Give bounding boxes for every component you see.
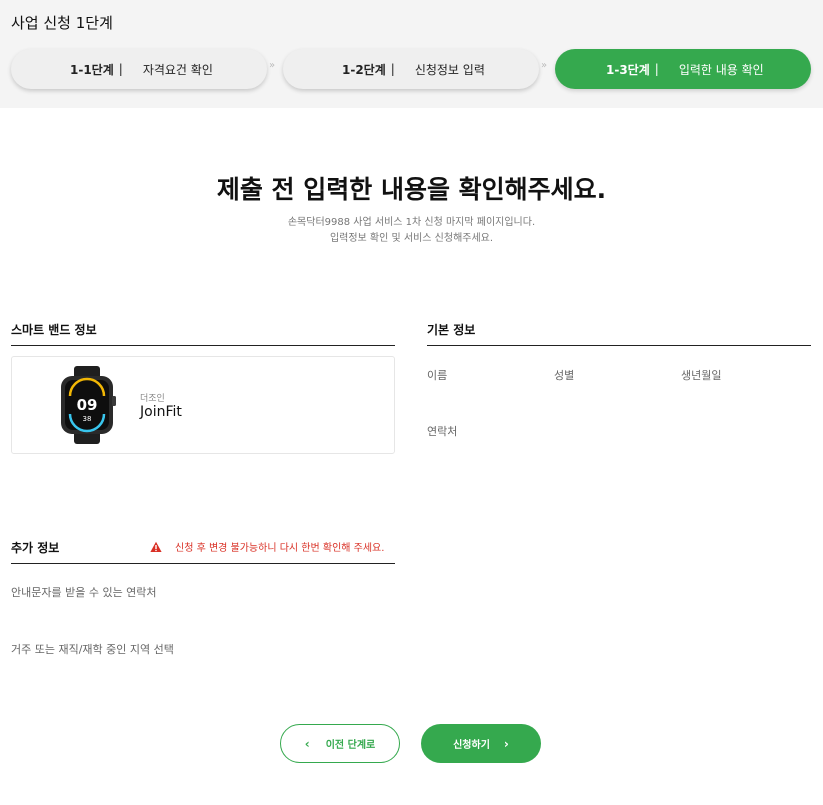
- step-1-3[interactable]: 1-3단계 | 입력한 내용 확인: [555, 49, 811, 89]
- step-number: 1-2단계: [342, 62, 386, 77]
- watch-subtime: 38: [83, 415, 92, 423]
- gender-label: 성별: [554, 369, 575, 382]
- name-label: 이름: [427, 369, 448, 382]
- smart-band-card: 09 38 더조인 JoinFit: [11, 356, 395, 454]
- warning-icon: [150, 541, 162, 552]
- warning-notice: 신청 후 변경 불가능하니 다시 한번 확인해 주세요.: [150, 539, 384, 554]
- band-brand: 더조인: [140, 394, 165, 404]
- step-label: 입력한 내용 확인: [678, 62, 764, 77]
- page-title: 제출 전 입력한 내용을 확인해주세요.: [216, 175, 607, 204]
- intro-text-line-2: 입력정보 확인 및 서비스 신청해주세요.: [329, 233, 494, 244]
- warning-text: 신청 후 변경 불가능하니 다시 한번 확인해 주세요.: [175, 543, 385, 554]
- notify-contact-label: 안내문자를 받을 수 있는 연락처: [11, 586, 157, 599]
- step-1-2[interactable]: 1-2단계 | 신청정보 입력: [283, 49, 539, 89]
- top-bar: 사업 신청 1단계 1-1단계 | 자격요건 확인 » 1-2단계 | 신청정보…: [0, 0, 823, 108]
- basic-info-section-title: 기본 정보: [427, 323, 476, 337]
- prev-step-label: 이전 단계로: [325, 740, 376, 751]
- smartwatch-image: 09 38: [61, 366, 116, 444]
- step-divider: |: [390, 62, 395, 76]
- divider: [427, 345, 811, 346]
- watch-time: 09: [77, 396, 98, 414]
- step-label: 신청정보 입력: [414, 62, 485, 77]
- smart-band-section-title: 스마트 밴드 정보: [11, 323, 97, 337]
- chevron-right-icon: ›: [503, 736, 509, 751]
- step-number: 1-1단계: [70, 62, 114, 77]
- submit-label: 신청하기: [453, 740, 490, 751]
- step-divider: |: [654, 62, 659, 76]
- step-arrow-icon: »: [269, 60, 275, 71]
- step-1-1[interactable]: 1-1단계 | 자격요건 확인: [11, 49, 267, 89]
- page-heading: 사업 신청 1단계: [11, 14, 113, 32]
- region-label: 거주 또는 재직/재학 중인 지역 선택: [11, 643, 174, 656]
- step-number: 1-3단계: [606, 62, 650, 77]
- extra-info-section-title: 추가 정보: [11, 541, 60, 555]
- contact-label: 연락처: [427, 425, 458, 438]
- step-label: 자격요건 확인: [142, 62, 213, 77]
- band-model: JoinFit: [140, 404, 182, 420]
- prev-step-button[interactable]: ‹ 이전 단계로: [280, 724, 400, 763]
- submit-button[interactable]: 신청하기 ›: [421, 724, 541, 763]
- birth-label: 생년월일: [681, 369, 722, 382]
- divider: [11, 563, 395, 564]
- chevron-left-icon: ‹: [304, 736, 310, 751]
- step-divider: |: [118, 62, 123, 76]
- step-arrow-icon: »: [541, 60, 547, 71]
- intro-text-line-1: 손목닥터9988 사업 서비스 1차 신청 마지막 페이지입니다.: [287, 217, 536, 228]
- divider: [11, 345, 395, 346]
